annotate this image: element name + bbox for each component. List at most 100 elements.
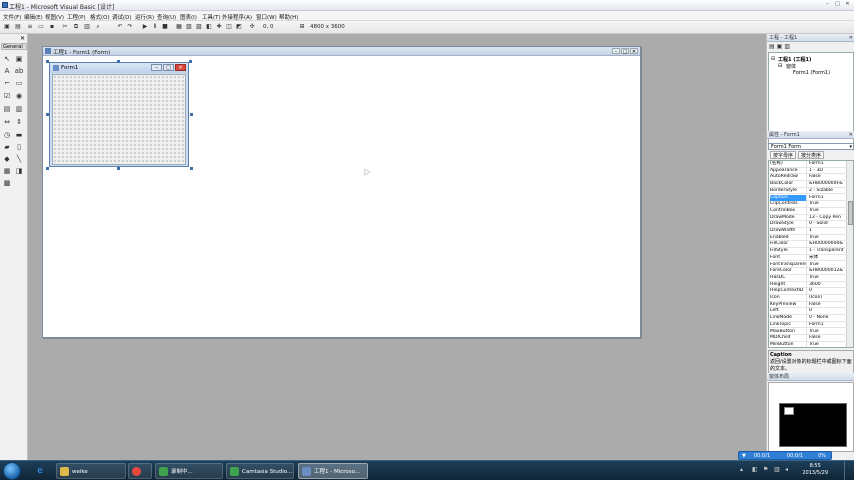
resize-handle-nw[interactable] — [46, 60, 49, 63]
property-row[interactable]: Icon (Icon) — [769, 295, 847, 302]
property-value[interactable]: True — [809, 262, 847, 268]
menu-query[interactable]: 查询(U) — [157, 13, 176, 21]
property-value[interactable]: 3600 — [809, 282, 847, 288]
tree-node-form1[interactable]: Form1 (Form1) — [793, 70, 830, 76]
menu-window[interactable]: 窗口(W) — [256, 13, 277, 21]
ie-icon[interactable]: e — [30, 463, 50, 479]
property-row[interactable]: Enabled True — [769, 234, 847, 242]
project-explorer-icon[interactable]: ▦ — [175, 23, 183, 31]
property-value[interactable]: Form1 — [809, 161, 847, 167]
property-value[interactable]: 1 — [809, 228, 847, 234]
property-value[interactable]: True — [809, 342, 847, 347]
dirlistbox-tool-icon[interactable]: ▰ — [2, 142, 12, 152]
properties-pane-close-icon[interactable]: ✕ — [849, 131, 853, 139]
tab-alphabetic[interactable]: 按字母序 — [770, 151, 797, 159]
property-row[interactable]: MinButton True — [769, 341, 847, 347]
copy-icon[interactable]: ⧉ — [72, 23, 80, 31]
property-value[interactable]: 1 - Transparent — [809, 248, 847, 254]
pointer-tool-icon[interactable]: ↖ — [2, 54, 12, 64]
paste-icon[interactable]: ▥ — [83, 23, 91, 31]
toggle-folders-icon[interactable]: ▥ — [784, 43, 792, 50]
resize-handle-s[interactable] — [117, 167, 120, 170]
undo-icon[interactable]: ↶ — [116, 23, 124, 31]
tree-node-project[interactable]: 工程1 (工程1) — [778, 56, 811, 63]
timer-tool-icon[interactable]: ◷ — [2, 130, 12, 140]
taskbar-app-chrome[interactable] — [128, 463, 152, 479]
frame-tool-icon[interactable]: ⌐ — [2, 78, 12, 88]
toolbox-tab-general[interactable]: General — [1, 43, 27, 50]
menu-debug[interactable]: 调试(D) — [112, 13, 132, 21]
properties-scrollbar[interactable] — [846, 161, 853, 347]
property-row[interactable]: HelpContextID 0 — [769, 288, 847, 295]
tab-categorized[interactable]: 按分类序 — [798, 151, 825, 159]
property-row[interactable]: Caption Form1 — [769, 194, 847, 202]
resize-handle-n[interactable] — [117, 60, 120, 63]
menu-addins[interactable]: 外接程序(A) — [222, 13, 252, 21]
checkbox-tool-icon[interactable]: ☑ — [2, 91, 12, 101]
toolbox-close-icon[interactable]: ✕ — [20, 35, 25, 42]
break-icon[interactable]: Ⅱ — [151, 23, 159, 31]
property-row[interactable]: ForeColor &H80000012& — [769, 268, 847, 275]
object-selector-dropdown[interactable]: Form1 Form ▾ — [768, 143, 854, 150]
property-row[interactable]: ControlBox True — [769, 207, 847, 215]
maximize-button[interactable]: □ — [833, 1, 842, 8]
property-row[interactable]: Left 0 — [769, 308, 847, 316]
tree-expander-icon[interactable]: ⊟ — [771, 56, 775, 62]
stop-icon[interactable]: ■ — [161, 23, 169, 31]
cut-icon[interactable]: ✂ — [61, 23, 69, 31]
property-value[interactable]: Form1 — [809, 195, 847, 201]
resize-handle-ne[interactable] — [189, 60, 192, 63]
menu-run[interactable]: 运行(R) — [135, 13, 154, 21]
designer-titlebar[interactable]: 工程1 - Form1 (Form) – □ ✕ — [43, 47, 640, 56]
property-row[interactable]: (名称) Form1 — [769, 161, 847, 168]
property-row[interactable]: MaxButton True — [769, 328, 847, 336]
layout-form1-thumbnail[interactable] — [784, 407, 794, 415]
form1-titlebar[interactable]: Form1 – □ ✕ — [50, 63, 188, 73]
form1-design-grid[interactable] — [52, 74, 186, 165]
property-value[interactable]: False — [809, 302, 847, 308]
object-browser-icon[interactable]: ◧ — [205, 23, 213, 31]
property-value[interactable]: 1 - 3D — [809, 168, 847, 174]
property-row[interactable]: FontTransparent True — [769, 261, 847, 269]
property-row[interactable]: BorderStyle 2 - Sizable — [769, 187, 847, 195]
property-row[interactable]: DrawWidth 1 — [769, 228, 847, 235]
volume-icon[interactable]: ◂ — [785, 466, 788, 473]
data-view-icon[interactable]: ◫ — [225, 23, 233, 31]
menu-help[interactable]: 帮助(H) — [279, 13, 298, 21]
save-icon[interactable]: ▪ — [48, 23, 56, 31]
property-row[interactable]: FillColor &H00000000& — [769, 241, 847, 249]
form-layout-icon[interactable]: ▨ — [195, 23, 203, 31]
property-value[interactable]: 0 - Solid — [809, 221, 847, 227]
menu-view[interactable]: 视图(V) — [45, 13, 64, 21]
designer-close-button[interactable]: ✕ — [630, 48, 638, 55]
menu-tools[interactable]: 工具(T) — [202, 13, 221, 21]
vscrollbar-tool-icon[interactable]: ⇕ — [14, 117, 24, 127]
data-tool-icon[interactable]: ◨ — [14, 166, 24, 176]
textbox-tool-icon[interactable]: ab — [14, 66, 24, 76]
property-row[interactable]: ClipControls True — [769, 201, 847, 208]
tray-app-icon[interactable]: ◧ — [752, 466, 758, 473]
menu-edit[interactable]: 编辑(E) — [24, 13, 43, 21]
property-row[interactable]: BackColor &H8000000F& — [769, 181, 847, 188]
menu-format[interactable]: 格式(O) — [90, 13, 110, 21]
menu-project[interactable]: 工程(P) — [67, 13, 86, 21]
property-value[interactable]: True — [809, 208, 847, 214]
scrollbar-thumb[interactable] — [848, 201, 853, 225]
optionbutton-tool-icon[interactable]: ◉ — [14, 91, 24, 101]
filelistbox-tool-icon[interactable]: ▯ — [14, 142, 24, 152]
visual-component-manager-icon[interactable]: ◩ — [235, 23, 243, 31]
designer-minimize-button[interactable]: – — [612, 48, 620, 55]
property-row[interactable]: Appearance 1 - 3D — [769, 167, 847, 175]
property-value[interactable]: True — [809, 235, 847, 241]
add-project-icon[interactable]: ▣ — [3, 23, 11, 31]
properties-window-icon[interactable]: ▧ — [185, 23, 193, 31]
shape-tool-icon[interactable]: ◆ — [2, 154, 12, 164]
resize-handle-w[interactable] — [46, 113, 49, 116]
open-icon[interactable]: ▭ — [37, 23, 45, 31]
start-icon[interactable]: ▶ — [141, 23, 149, 31]
property-row[interactable]: LinkMode 0 - None — [769, 315, 847, 322]
tray-up-arrow-icon[interactable]: ▴ — [740, 466, 743, 473]
menu-file[interactable]: 文件(F) — [3, 13, 21, 21]
start-button[interactable] — [3, 462, 21, 480]
property-value[interactable]: True — [809, 329, 847, 335]
